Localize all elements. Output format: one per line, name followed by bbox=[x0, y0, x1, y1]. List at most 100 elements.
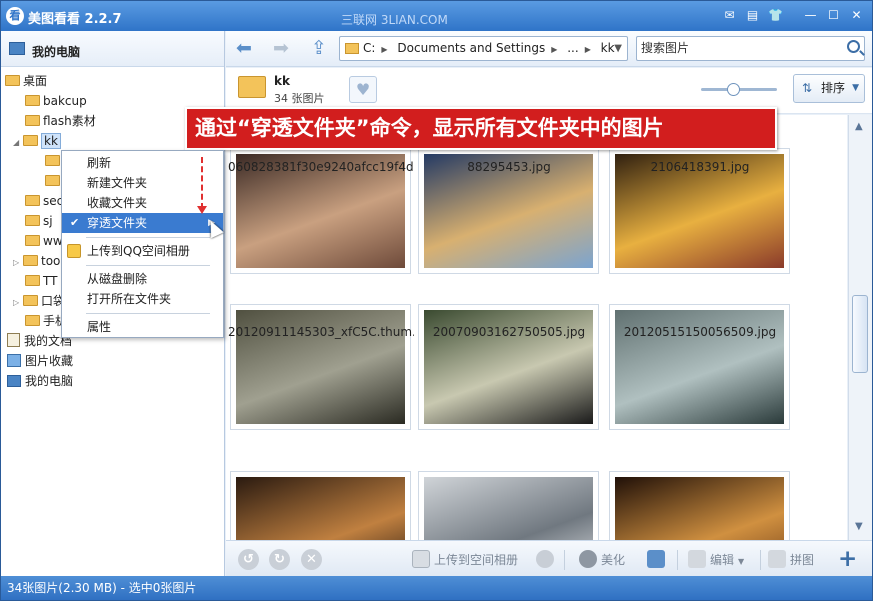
tree-item-kk[interactable]: ◢ kk bbox=[13, 131, 61, 151]
delete-icon[interactable]: ✕ bbox=[301, 549, 322, 570]
thumbnail-item[interactable] bbox=[418, 471, 599, 540]
message-icon[interactable]: ✉ bbox=[720, 7, 739, 24]
slideshow-icon bbox=[647, 550, 665, 568]
tree-item-sj[interactable]: sj bbox=[25, 211, 53, 231]
picture-icon bbox=[7, 354, 21, 367]
thumbnail-item[interactable] bbox=[418, 304, 599, 430]
thumbnail-image bbox=[236, 477, 405, 540]
folder-image-count: 34 张图片 bbox=[274, 92, 325, 105]
chevron-down-icon: ▼ bbox=[852, 83, 859, 93]
tree-item-sec[interactable]: sec bbox=[25, 191, 63, 211]
folder-icon bbox=[25, 195, 40, 206]
scroll-up-icon[interactable]: ▲ bbox=[855, 121, 863, 132]
thumbnail-item[interactable] bbox=[230, 471, 411, 540]
menu-item-penetrate-folder[interactable]: ✔ 穿透文件夹 ▶ bbox=[62, 213, 223, 233]
address-segment-kk[interactable]: kk bbox=[601, 41, 615, 55]
address-segment-ellipsis[interactable]: ... bbox=[567, 41, 578, 55]
scroll-down-icon[interactable]: ▼ bbox=[855, 521, 863, 532]
upload-album-button[interactable]: 上传到空间相册 bbox=[412, 550, 518, 570]
document-icon bbox=[7, 333, 20, 347]
collage-icon bbox=[768, 550, 786, 568]
watermark: 三联网 3LIAN.COM bbox=[341, 13, 448, 27]
skin-icon[interactable]: 👕 bbox=[766, 7, 785, 24]
expand-icon[interactable]: ▷ bbox=[13, 253, 23, 273]
scrollbar-thumb[interactable] bbox=[852, 295, 868, 373]
minimize-icon[interactable]: — bbox=[801, 7, 820, 24]
favorite-heart-icon[interactable]: ♥ bbox=[349, 76, 377, 103]
search-input[interactable]: 搜索图片 bbox=[636, 36, 865, 61]
slideshow-button[interactable] bbox=[647, 550, 669, 570]
sidebar-title: 我的电脑 bbox=[32, 45, 81, 59]
search-icon[interactable] bbox=[847, 40, 860, 53]
close-icon[interactable]: ✕ bbox=[847, 7, 866, 24]
back-button[interactable]: ⬅ bbox=[232, 37, 256, 61]
edit-icon bbox=[688, 550, 706, 568]
add-icon[interactable]: + bbox=[838, 546, 857, 572]
thumbnail-item[interactable] bbox=[609, 471, 790, 540]
menu-item-open-location[interactable]: 打开所在文件夹 bbox=[62, 289, 223, 309]
thumbnail-caption: 2106418391.jpg bbox=[650, 160, 750, 174]
qzone-icon bbox=[67, 244, 81, 258]
expand-icon[interactable]: ▷ bbox=[13, 293, 23, 313]
menu-divider bbox=[86, 265, 210, 266]
forward-button[interactable]: ➡ bbox=[269, 37, 293, 61]
folder-icon bbox=[25, 235, 40, 246]
maximize-icon[interactable]: ☐ bbox=[824, 7, 843, 24]
up-folder-button[interactable]: ⇪ bbox=[307, 37, 331, 61]
menu-icon[interactable]: ▤ bbox=[743, 7, 762, 24]
menu-item-properties[interactable]: 属性 bbox=[62, 317, 223, 337]
collapse-icon[interactable]: ◢ bbox=[13, 133, 23, 153]
menu-item-refresh[interactable]: 刷新 bbox=[62, 153, 223, 173]
thumbnail-image bbox=[424, 477, 593, 540]
address-segment-drive[interactable]: C: bbox=[363, 41, 375, 55]
tree-item-pocket[interactable]: ▷ 口袋 bbox=[13, 291, 65, 311]
menu-item-upload-qzone[interactable]: 上传到QQ空间相册 bbox=[62, 241, 223, 261]
collage-button[interactable]: 拼图 bbox=[768, 550, 814, 570]
chevron-down-icon: ▼ bbox=[738, 557, 745, 566]
folder-icon bbox=[25, 115, 40, 126]
folder-icon bbox=[5, 75, 20, 86]
folder-icon bbox=[23, 255, 38, 266]
folder-icon bbox=[45, 155, 60, 166]
menu-divider bbox=[86, 313, 210, 314]
tree-item-flash[interactable]: flash素材 bbox=[25, 111, 96, 131]
thumbnail-size-slider[interactable] bbox=[701, 83, 777, 96]
sort-button[interactable]: ⇅ 排序 ▼ bbox=[793, 74, 865, 103]
folder-icon bbox=[23, 135, 38, 146]
thumbnail-caption: 88295453.jpg bbox=[467, 160, 551, 174]
sort-icon: ⇅ bbox=[802, 81, 813, 95]
address-dropdown-icon[interactable]: ▼ bbox=[614, 37, 622, 60]
menu-item-delete[interactable]: 从磁盘删除 bbox=[62, 269, 223, 289]
address-separator-icon: ▶ bbox=[381, 45, 388, 54]
app-window: 看 美图看看 2.2.7 三联网 3LIAN.COM ✉ ▤ 👕 — ☐ ✕ 我… bbox=[0, 0, 873, 601]
address-segment-docs[interactable]: Documents and Settings bbox=[397, 41, 545, 55]
navigation-toolbar: ⬅ ➡ ⇪ C: ▶ Documents and Settings ▶ ... ▶ k… bbox=[226, 31, 872, 67]
sidebar-header: 我的电脑 bbox=[1, 31, 224, 67]
beautify-button[interactable]: 美化 bbox=[579, 550, 625, 570]
tree-item-desktop[interactable]: 桌面 bbox=[5, 71, 47, 91]
tree-item-tt[interactable]: TT bbox=[25, 271, 57, 291]
app-logo-icon: 看 bbox=[6, 7, 24, 25]
rotate-left-icon[interactable]: ↺ bbox=[238, 549, 259, 570]
thumbnail-caption: 20120911145303_xfC5C.thum... bbox=[228, 325, 414, 339]
folder-icon bbox=[238, 76, 266, 98]
tree-item-bakcup[interactable]: bakcup bbox=[25, 91, 87, 111]
folder-icon bbox=[25, 95, 40, 106]
thumbnail-item[interactable] bbox=[609, 304, 790, 430]
address-bar[interactable]: C: ▶ Documents and Settings ▶ ... ▶ kk ▼ bbox=[339, 36, 628, 61]
rotate-right-icon[interactable]: ↻ bbox=[269, 549, 290, 570]
tree-item-my-computer[interactable]: 我的电脑 bbox=[7, 371, 73, 391]
computer-icon bbox=[7, 375, 21, 387]
slider-knob[interactable] bbox=[727, 83, 740, 96]
thumbnail-caption: 20070903162750505.jpg bbox=[432, 325, 586, 339]
menu-item-new-folder[interactable]: 新建文件夹 bbox=[62, 173, 223, 193]
thumbnail-item[interactable] bbox=[230, 304, 411, 430]
folder-icon bbox=[25, 315, 40, 326]
vertical-scrollbar[interactable]: ▲ ▼ bbox=[848, 115, 872, 540]
folder-icon bbox=[45, 175, 60, 186]
tree-item-too[interactable]: ▷ too bbox=[13, 251, 60, 271]
weibo-share-button[interactable] bbox=[536, 550, 558, 570]
toolbar-divider bbox=[677, 550, 678, 570]
edit-button[interactable]: 编辑 ▼ bbox=[688, 550, 744, 570]
tree-item-picture-favorites[interactable]: 图片收藏 bbox=[7, 351, 73, 371]
